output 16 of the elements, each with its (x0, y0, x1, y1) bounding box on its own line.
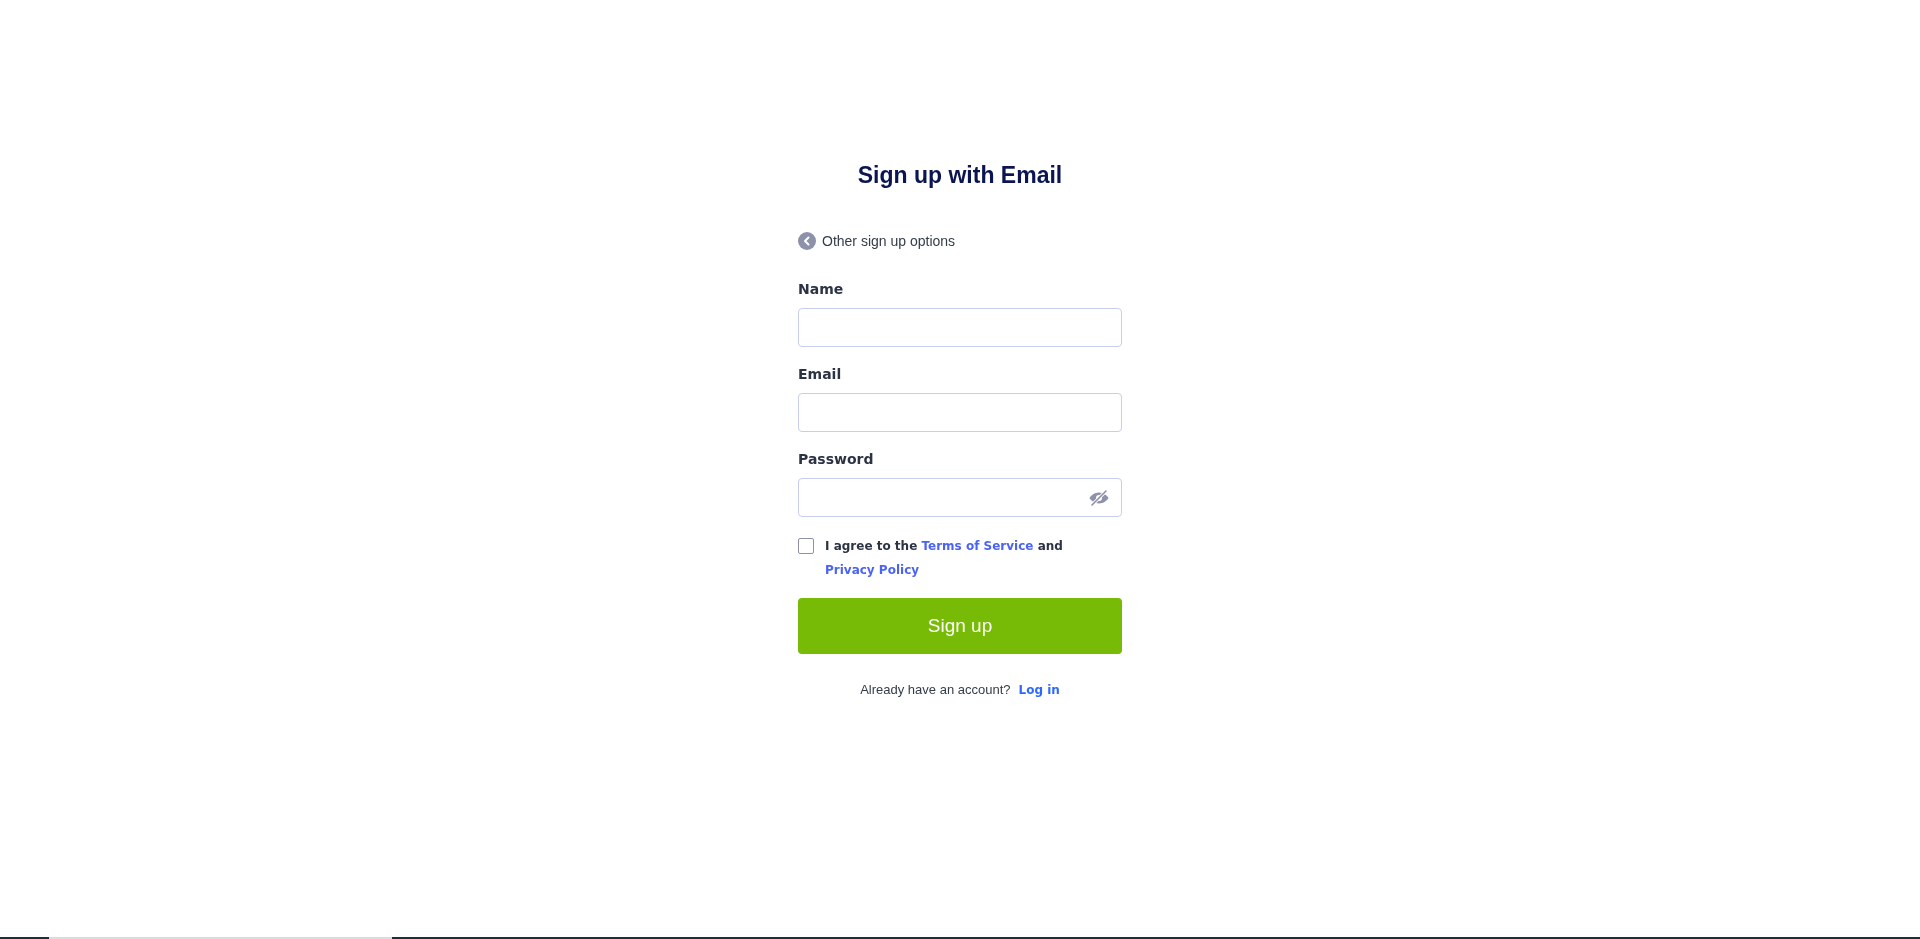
policy-link[interactable]: Terms of Service (921, 539, 1034, 553)
policy-link[interactable]: Privacy Policy (825, 563, 920, 577)
login-link[interactable]: Log in (1018, 680, 1060, 700)
field-label: Email (798, 365, 842, 384)
other-options-link[interactable]: Other sign up options (798, 231, 956, 251)
page-heading: Sign up with Email (857, 161, 1063, 190)
eye-slash-icon[interactable] (1089, 489, 1109, 506)
input-field[interactable] (798, 393, 1122, 432)
field-label: Name (798, 280, 844, 299)
login-prompt: Already have an account? (860, 681, 1011, 699)
input-field[interactable] (798, 478, 1122, 517)
input-field[interactable] (798, 308, 1122, 347)
back-chevron-icon (798, 232, 816, 250)
field-label: Password (798, 450, 874, 469)
agree-checkbox[interactable] (798, 538, 814, 554)
agreement-text: I agree to the Terms of Service and Privacy Policy (825, 538, 1064, 579)
